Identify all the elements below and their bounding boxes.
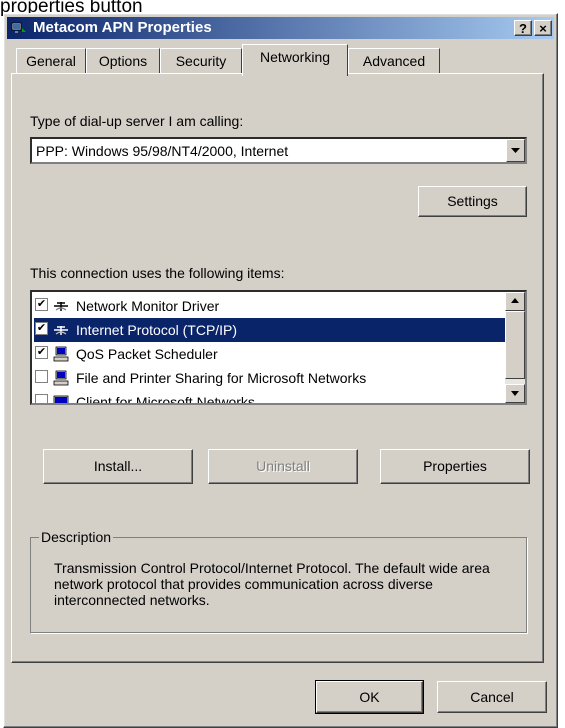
description-group: Description Transmission Control Protoco… [30,529,527,633]
list-scrollbar[interactable] [505,292,525,403]
server-type-dropdown[interactable]: PPP: Windows 95/98/NT4/2000, Internet [30,137,527,164]
chevron-up-icon [511,298,519,303]
server-type-label: Type of dial-up server I am calling: [30,113,244,129]
checkbox-qos[interactable]: ✔ [35,346,48,359]
description-title: Description [39,529,114,545]
checkbox-tcp-ip[interactable]: ✔ [35,322,48,335]
install-button[interactable]: Install... [43,449,193,484]
uninstall-button[interactable]: Uninstall [208,449,358,484]
checkbox-network-monitor[interactable]: ✔ [35,298,48,311]
list-item-label: Client for Microsoft Networks [76,394,255,405]
network-connection-icon [11,22,26,33]
checkbox-client-ms[interactable] [35,394,48,403]
title-bar[interactable]: Metacom APN Properties ? × [7,17,554,39]
items-label: This connection uses the following items… [30,265,285,281]
checkbox-file-sharing[interactable] [35,370,48,383]
window-title: Metacom APN Properties [33,19,212,36]
list-item[interactable]: ✔ Network Monitor Driver [34,294,505,318]
network-service-icon [53,370,69,386]
list-item[interactable]: File and Printer Sharing for Microsoft N… [34,366,505,390]
dropdown-arrow-button[interactable] [506,139,525,162]
server-type-value: PPP: Windows 95/98/NT4/2000, Internet [36,143,289,159]
scroll-thumb[interactable] [505,311,525,379]
network-protocol-icon [54,326,68,335]
help-button[interactable]: ? [514,20,532,36]
scroll-down-button[interactable] [505,384,525,403]
settings-button[interactable]: Settings [418,186,527,217]
scroll-up-button[interactable] [505,292,525,311]
properties-button[interactable]: Properties [380,449,530,484]
network-client-icon [53,395,69,403]
chevron-down-icon [511,148,520,153]
list-item[interactable]: ✔ QoS Packet Scheduler [34,342,505,366]
list-item-label: QoS Packet Scheduler [76,346,218,362]
cancel-button[interactable]: Cancel [437,681,547,713]
tab-networking[interactable]: Networking [242,44,348,76]
description-text: Transmission Control Protocol/Internet P… [54,560,490,608]
network-service-icon [53,346,69,362]
list-item-label: File and Printer Sharing for Microsoft N… [76,370,367,386]
tab-advanced[interactable]: Advanced [348,48,440,74]
network-protocol-icon [54,302,68,311]
chevron-down-icon [511,391,519,396]
list-item[interactable]: Client for Microsoft Networks [34,390,505,405]
tab-options[interactable]: Options [86,48,160,74]
list-item-label: Internet Protocol (TCP/IP) [76,322,238,338]
ok-button[interactable]: OK [315,680,424,714]
list-item-label: Network Monitor Driver [76,298,220,314]
components-list[interactable]: ✔ Network Monitor Driver ✔ Internet Prot… [30,290,527,405]
list-item[interactable]: ✔ Internet Protocol (TCP/IP) [34,318,505,342]
tab-security[interactable]: Security [160,48,242,74]
close-button[interactable]: × [534,20,552,36]
tab-general[interactable]: General [16,48,86,74]
